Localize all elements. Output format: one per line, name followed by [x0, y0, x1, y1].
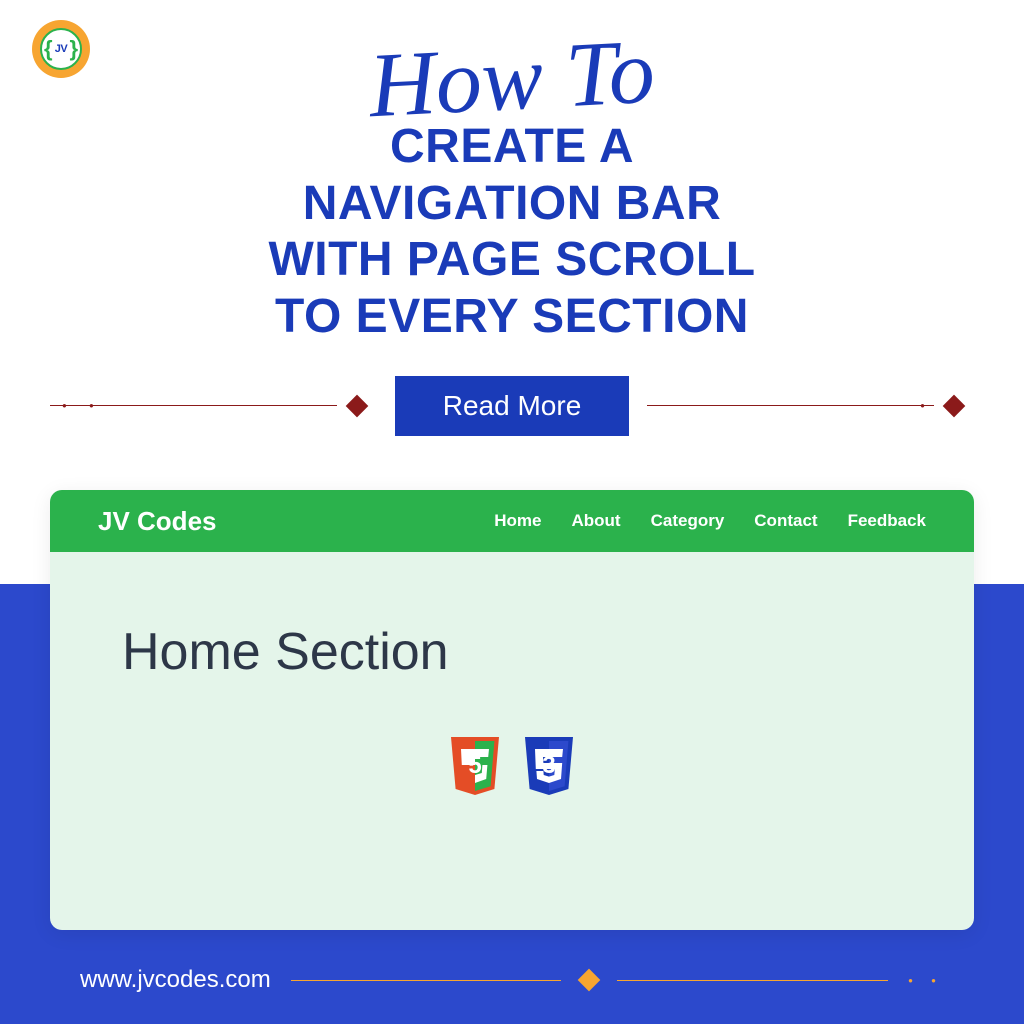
html5-icon: 5: [447, 737, 503, 801]
footer-dots: ● ●: [908, 976, 944, 985]
divider-dots-right: ● ●: [920, 401, 962, 410]
cta-divider: ● ● Read More ● ●: [0, 376, 1024, 436]
brace-left-icon: {: [44, 36, 53, 62]
script-heading: How To: [367, 18, 658, 139]
demo-navbar: JV Codes Home About Category Contact Fee…: [50, 490, 974, 552]
footer-line-right: [617, 980, 888, 981]
nav-link-about[interactable]: About: [572, 511, 621, 531]
tech-icons: 5 3: [50, 737, 974, 801]
svg-text:3: 3: [542, 752, 555, 779]
footer-line-left: [291, 980, 562, 981]
nav-link-category[interactable]: Category: [651, 511, 725, 531]
main-headline: CREATE A NAVIGATION BAR WITH PAGE SCROLL…: [0, 119, 1024, 346]
svg-text:5: 5: [468, 752, 481, 779]
nav-link-contact[interactable]: Contact: [754, 511, 817, 531]
section-title: Home Section: [50, 552, 974, 682]
logo-text: JV: [55, 43, 67, 55]
demo-brand: JV Codes: [98, 506, 217, 537]
logo-inner: { JV }: [40, 28, 82, 70]
headline-line-3: WITH PAGE SCROLL: [0, 232, 1024, 289]
headline-line-2: NAVIGATION BAR: [0, 176, 1024, 233]
diamond-icon-left: [345, 394, 368, 417]
headline-line-4: TO EVERY SECTION: [0, 289, 1024, 346]
read-more-button[interactable]: Read More: [395, 376, 630, 436]
heading-block: How To CREATE A NAVIGATION BAR WITH PAGE…: [0, 0, 1024, 346]
star-icon: [579, 970, 599, 990]
brace-right-icon: }: [69, 36, 78, 62]
demo-nav-links: Home About Category Contact Feedback: [494, 511, 926, 531]
footer-url: www.jvcodes.com: [80, 966, 271, 994]
footer: www.jvcodes.com ● ●: [0, 966, 1024, 994]
nav-link-home[interactable]: Home: [494, 511, 541, 531]
divider-line-right: [647, 405, 934, 406]
nav-link-feedback[interactable]: Feedback: [848, 511, 926, 531]
divider-dots-left: ● ●: [62, 401, 104, 410]
css3-icon: 3: [521, 737, 577, 801]
brand-logo: { JV }: [32, 20, 90, 78]
demo-preview: JV Codes Home About Category Contact Fee…: [50, 490, 974, 930]
